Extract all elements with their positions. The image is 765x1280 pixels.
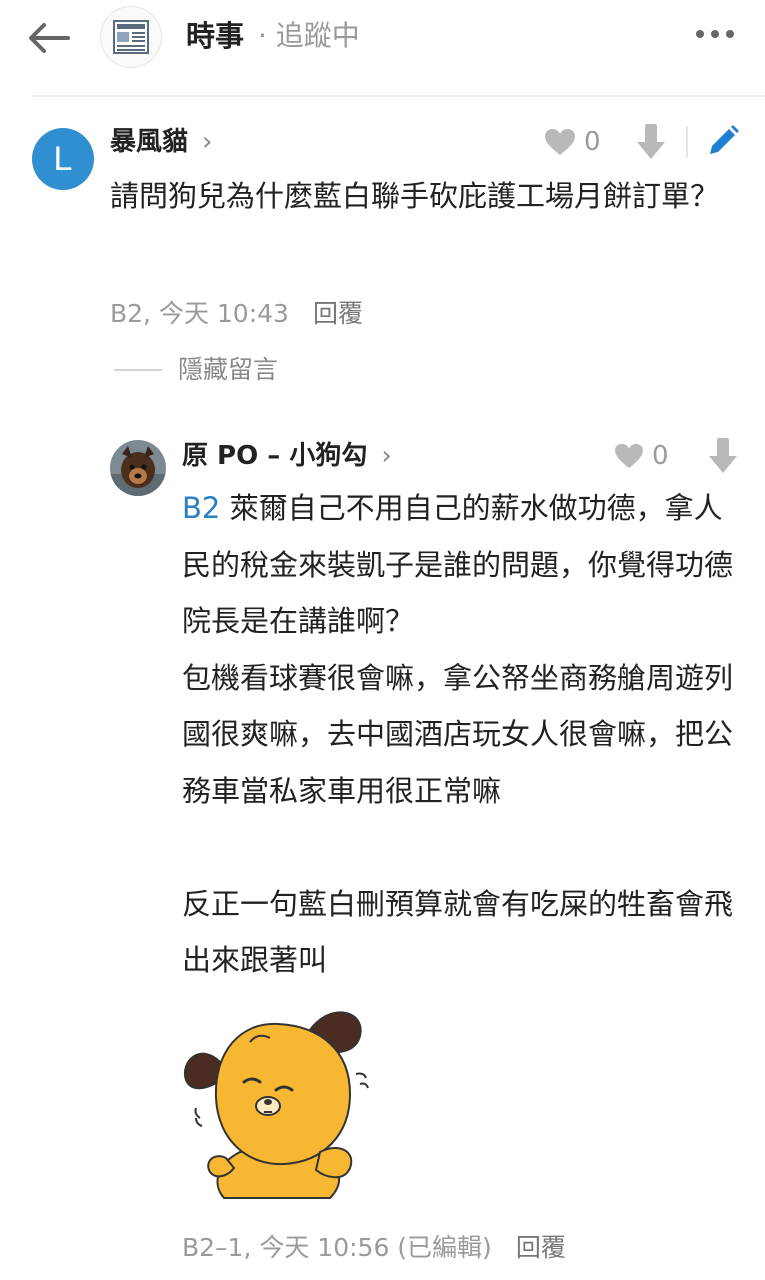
newspaper-icon	[113, 20, 149, 54]
comment-author[interactable]: 暴風貓 ›	[110, 124, 212, 160]
hide-label: 隱藏留言	[178, 355, 279, 384]
comment-paragraph: 反正一句藍白刪預算就會有吃屎的牲畜會飛出來跟著叫	[182, 886, 734, 978]
like-count: 0	[652, 441, 669, 471]
reply-button[interactable]: 回覆	[313, 296, 363, 332]
like-button[interactable]: 0	[544, 124, 601, 160]
chevron-right-icon: ›	[202, 127, 213, 157]
arrow-down-icon	[709, 438, 737, 473]
more-horizontal-icon	[696, 30, 734, 38]
board-title[interactable]: 時事	[186, 16, 244, 56]
comment-paragraph	[182, 819, 742, 876]
more-options-button[interactable]	[691, 22, 739, 46]
pencil-icon	[710, 125, 739, 154]
comment-paragraph: 包機看球賽很會嘛，拿公帑坐商務艙周遊列國很爽嘛，去中國酒店玩女人很會嘛，把公務車…	[182, 660, 734, 808]
downvote-button[interactable]	[706, 436, 740, 476]
back-arrow-icon	[29, 23, 70, 53]
like-button[interactable]: 0	[614, 438, 669, 474]
comment-paragraph: B2 萊爾自己不用自己的薪水做功德，拿人民的稅金來裝凱子是誰的問題，你覺得功德院…	[182, 480, 742, 650]
heart-icon	[615, 443, 643, 469]
sticker-image	[180, 1002, 376, 1202]
arrow-down-icon	[637, 124, 665, 159]
follow-status[interactable]: · 追蹤中	[258, 16, 360, 56]
app-header: 時事 · 追蹤中	[0, 0, 765, 80]
chevron-right-icon: ›	[381, 441, 392, 471]
header-divider	[32, 95, 765, 97]
avatar-letter: L	[53, 139, 73, 178]
yellow-dog-sticker	[183, 1011, 369, 1199]
avatar[interactable]: L	[32, 128, 94, 190]
floor-tag-link[interactable]: B2	[182, 491, 220, 525]
board-avatar[interactable]	[100, 6, 162, 68]
avatar[interactable]	[110, 440, 166, 496]
downvote-button[interactable]	[634, 122, 668, 162]
back-button[interactable]	[24, 18, 72, 58]
comment-meta: B2, 今天 10:43 回覆	[110, 296, 363, 332]
reply-button[interactable]: 回覆	[516, 1230, 566, 1266]
hide-replies-toggle[interactable]: 隱藏留言	[114, 352, 278, 388]
like-count: 0	[584, 127, 601, 157]
action-separator	[686, 126, 688, 158]
comment-author[interactable]: 原 PO – 小狗勾 ›	[182, 438, 392, 474]
floor-time: B2–1, 今天 10:56 (已編輯)	[182, 1233, 492, 1262]
comment-body: B2 萊爾自己不用自己的薪水做功德，拿人民的稅金來裝凱子是誰的問題，你覺得功德院…	[182, 480, 742, 989]
hide-line	[114, 369, 162, 371]
paragraph-text: 萊爾自己不用自己的薪水做功德，拿人民的稅金來裝凱子是誰的問題，你覺得功德院長是在…	[182, 491, 734, 638]
heart-icon	[545, 129, 575, 155]
comment-meta: B2–1, 今天 10:56 (已編輯) 回覆	[182, 1230, 566, 1266]
comment-body: 請問狗兒為什麼藍白聯手砍庇護工場月餅訂單？	[110, 179, 720, 213]
author-name: 原 PO – 小狗勾	[182, 441, 368, 471]
dog-avatar-image	[110, 440, 166, 496]
author-name: 暴風貓	[110, 127, 189, 157]
floor-time: B2, 今天 10:43	[110, 299, 289, 328]
edit-button[interactable]	[706, 124, 740, 160]
